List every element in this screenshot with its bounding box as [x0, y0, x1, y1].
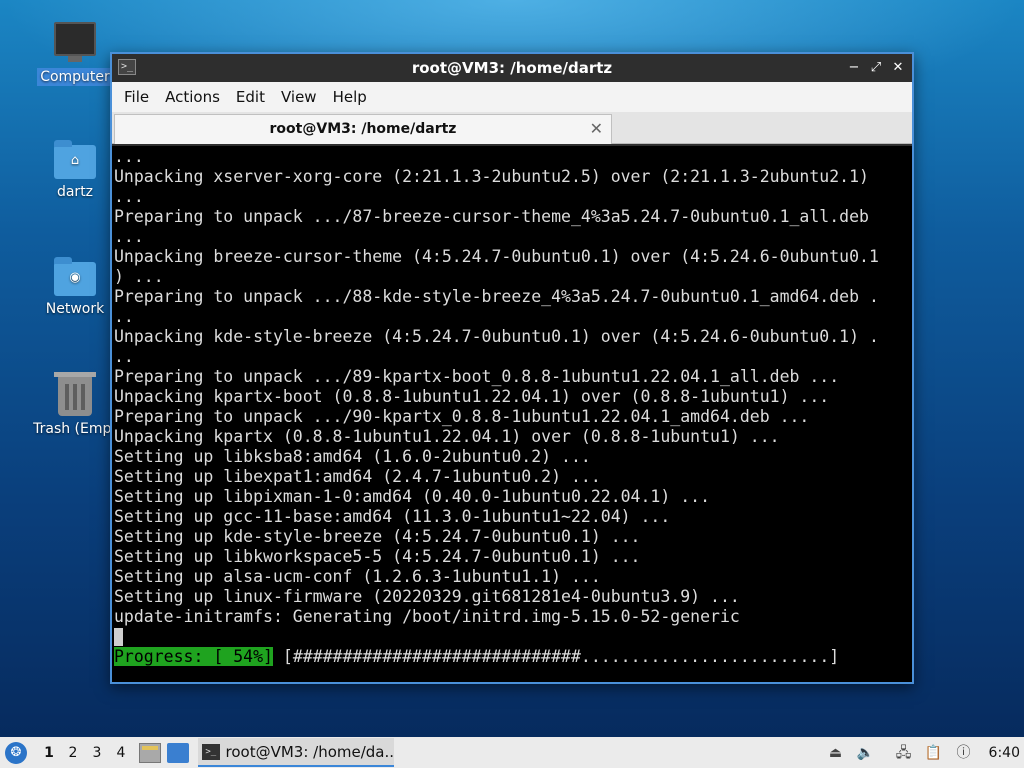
terminal-output[interactable]: ... Unpacking xserver-xorg-core (2:21.1.3…	[112, 146, 912, 682]
terminal-line: Unpacking kpartx (0.8.8-1ubuntu1.22.04.1…	[114, 427, 780, 446]
desktop-icon-label: Network	[45, 301, 105, 317]
menu-edit[interactable]: Edit	[228, 88, 273, 106]
terminal-icon: >_	[202, 743, 220, 760]
maximize-button[interactable]: ⤢	[866, 58, 886, 78]
terminal-line: Setting up gcc-11-base:amd64 (11.3.0-1ub…	[114, 507, 671, 526]
desktop-icon-label: dartz	[56, 184, 94, 200]
terminal-cursor	[114, 628, 123, 646]
minimize-button[interactable]: −	[844, 58, 864, 78]
workspace-3[interactable]: 3	[85, 745, 109, 761]
menu-bar: File Actions Edit View Help	[112, 82, 912, 112]
terminal-line: ..	[114, 347, 134, 366]
eject-icon[interactable]: ⏏	[827, 744, 845, 762]
cursor-line	[114, 627, 912, 647]
start-menu-icon[interactable]: ❂	[5, 741, 27, 764]
terminal-line: Unpacking kde-style-breeze (4:5.24.7-0ub…	[114, 327, 879, 346]
workspace-1[interactable]: 1	[37, 745, 61, 761]
workspace-4[interactable]: 4	[109, 745, 133, 761]
terminal-line: Setting up libexpat1:amd64 (2.4.7-1ubunt…	[114, 467, 601, 486]
terminal-line: ..	[114, 307, 134, 326]
terminal-line: ...	[114, 147, 144, 166]
terminal-line: Setting up alsa-ucm-conf (1.2.6.3-1ubunt…	[114, 567, 601, 586]
home-folder-icon: ⌂	[54, 140, 96, 179]
window-title: root@VM3: /home/dartz	[411, 59, 613, 77]
network-folder-icon: ◉	[54, 257, 96, 296]
show-desktop-icon[interactable]	[167, 742, 189, 763]
terminal-window: >_ root@VM3: /home/dartz − ⤢ ✕ File Acti…	[110, 52, 914, 684]
taskbar-terminal-button[interactable]: >_ root@VM3: /home/da...	[198, 738, 394, 767]
tab-label: root@VM3: /home/dartz	[269, 121, 457, 137]
file-manager-icon[interactable]	[139, 742, 161, 763]
computer-icon	[54, 22, 96, 62]
terminal-line: Setting up linux-firmware (20220329.git6…	[114, 587, 740, 606]
notification-icon[interactable]: ⓘ	[955, 744, 973, 762]
task-label: root@VM3: /home/da...	[225, 742, 395, 761]
terminal-tab[interactable]: root@VM3: /home/dartz ✕	[114, 114, 612, 144]
clock[interactable]: 6:40	[989, 745, 1020, 761]
tab-close-icon[interactable]: ✕	[590, 119, 603, 138]
terminal-line: Preparing to unpack .../88-kde-style-bre…	[114, 287, 879, 306]
terminal-line: Preparing to unpack .../90-kpartx_0.8.8-…	[114, 407, 810, 426]
volume-icon[interactable]: 🔈	[857, 744, 875, 762]
terminal-line: Setting up libpixman-1-0:amd64 (0.40.0-1…	[114, 487, 711, 506]
terminal-line: Unpacking breeze-cursor-theme (4:5.24.7-…	[114, 247, 879, 266]
terminal-line: update-initramfs: Generating /boot/initr…	[114, 607, 740, 626]
menu-actions[interactable]: Actions	[157, 88, 228, 106]
terminal-line: Setting up libkworkspace5-5 (4:5.24.7-0u…	[114, 547, 641, 566]
title-bar[interactable]: >_ root@VM3: /home/dartz − ⤢ ✕	[112, 54, 912, 82]
menu-file[interactable]: File	[116, 88, 157, 106]
terminal-line: Preparing to unpack .../89-kpartx-boot_0…	[114, 367, 840, 386]
taskbar: ❂ 1 2 3 4 >_ root@VM3: /home/da... ⏏ 🔈 🖧…	[0, 737, 1024, 768]
desktop-icon-label: Trash (Empt	[33, 421, 117, 437]
progress-line: Progress: [ 54%] [######################…	[114, 647, 912, 667]
tab-bar: root@VM3: /home/dartz ✕	[112, 112, 912, 144]
terminal-line: Setting up libksba8:amd64 (1.6.0-2ubuntu…	[114, 447, 591, 466]
terminal-line: Unpacking xserver-xorg-core (2:21.1.3-2u…	[114, 167, 869, 186]
clipboard-icon[interactable]: 📋	[925, 744, 943, 762]
menu-help[interactable]: Help	[325, 88, 375, 106]
system-tray: ⏏ 🔈 🖧 📋 ⓘ 6:40	[821, 737, 1024, 768]
network-icon[interactable]: 🖧	[895, 744, 913, 762]
terminal-line: Preparing to unpack .../87-breeze-cursor…	[114, 207, 869, 226]
terminal-line: Unpacking kpartx-boot (0.8.8-1ubuntu1.22…	[114, 387, 830, 406]
trash-icon	[54, 372, 96, 416]
workspace-2[interactable]: 2	[61, 745, 85, 761]
terminal-line: ) ...	[114, 267, 164, 286]
desktop-icon-label: Computer	[37, 68, 113, 86]
terminal-line: ...	[114, 227, 144, 246]
close-button[interactable]: ✕	[888, 58, 908, 78]
terminal-line: ...	[114, 187, 144, 206]
progress-bar-text: [#############################..........…	[272, 647, 840, 666]
terminal-line: Setting up kde-style-breeze (4:5.24.7-0u…	[114, 527, 641, 546]
progress-label: Progress: [ 54%]	[114, 647, 273, 666]
menu-view[interactable]: View	[273, 88, 325, 106]
